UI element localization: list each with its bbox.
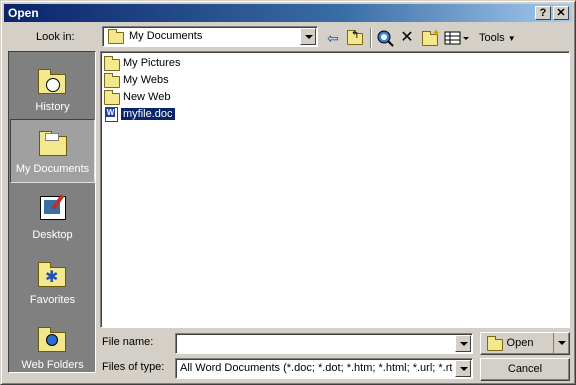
file-name-dropdown-button[interactable] [455, 335, 471, 352]
place-web-folders[interactable]: Web Folders [10, 316, 95, 380]
open-dialog: Open ? ✕ Look in: My Documents ⇦ ↰ ✕ ✦ T… [0, 0, 576, 385]
look-in-value: My Documents [129, 30, 203, 42]
look-in-dropdown-button[interactable] [300, 28, 316, 45]
cancel-button-label: Cancel [507, 363, 543, 375]
favorites-icon: ✱ [36, 259, 68, 287]
file-name: My Pictures [123, 57, 181, 69]
places-bar: History My Documents Desktop ✱ Favorites [8, 51, 96, 373]
place-label: History [35, 101, 70, 113]
file-list[interactable]: My Pictures My Webs New Web myfile.doc [100, 51, 570, 328]
views-icon[interactable] [443, 28, 471, 48]
new-folder-icon[interactable]: ✦ [420, 28, 440, 48]
files-of-type-select[interactable]: All Word Documents (*.doc; *.dot; *.htm;… [175, 358, 473, 379]
tools-label: Tools [479, 32, 505, 44]
look-in-combo[interactable]: My Documents [102, 26, 318, 47]
toolbar-separator [370, 28, 372, 48]
look-in-label: Look in: [36, 31, 75, 43]
search-the-web-icon[interactable] [375, 28, 395, 48]
title-bar[interactable]: Open ? ✕ [4, 4, 572, 22]
chevron-down-icon: ▼ [507, 34, 516, 43]
folder-icon [104, 90, 120, 105]
desktop-icon [36, 194, 68, 222]
place-label: Desktop [32, 229, 73, 241]
folder-icon [104, 73, 120, 88]
help-button[interactable]: ? [535, 6, 551, 20]
file-name: My Webs [123, 74, 169, 86]
place-history[interactable]: History [10, 58, 95, 122]
delete-icon[interactable]: ✕ [397, 28, 417, 48]
close-button[interactable]: ✕ [553, 6, 569, 20]
folder-icon [104, 56, 120, 71]
place-label: Favorites [29, 294, 76, 306]
open-options-button[interactable] [553, 333, 569, 354]
place-favorites[interactable]: ✱ Favorites [10, 251, 95, 315]
folder-icon [108, 29, 124, 44]
place-label: My Documents [15, 163, 90, 175]
open-button[interactable]: Open [480, 332, 570, 355]
files-of-type-label: Files of type: [102, 361, 165, 373]
place-my-documents[interactable]: My Documents [10, 119, 95, 183]
file-name-field[interactable] [175, 333, 473, 354]
files-of-type-value: All Word Documents (*.doc; *.dot; *.htm;… [180, 362, 452, 374]
file-name: myfile.doc [120, 107, 176, 121]
window-title: Open [8, 6, 39, 20]
tools-menu-button[interactable]: Tools ▼ [479, 28, 516, 48]
place-label: Web Folders [21, 359, 84, 371]
files-of-type-dropdown-button[interactable] [455, 360, 471, 377]
up-one-level-icon[interactable]: ↰ [345, 28, 365, 48]
back-icon[interactable]: ⇦ [323, 28, 343, 48]
file-name: New Web [123, 91, 171, 103]
cancel-button[interactable]: Cancel [480, 358, 570, 381]
place-desktop[interactable]: Desktop [10, 186, 95, 250]
history-icon [36, 66, 68, 94]
my-documents-icon [37, 128, 69, 156]
word-document-icon [105, 107, 118, 122]
web-folders-icon [36, 324, 68, 352]
open-button-label: Open [506, 337, 534, 349]
file-name-label: File name: [102, 336, 154, 348]
